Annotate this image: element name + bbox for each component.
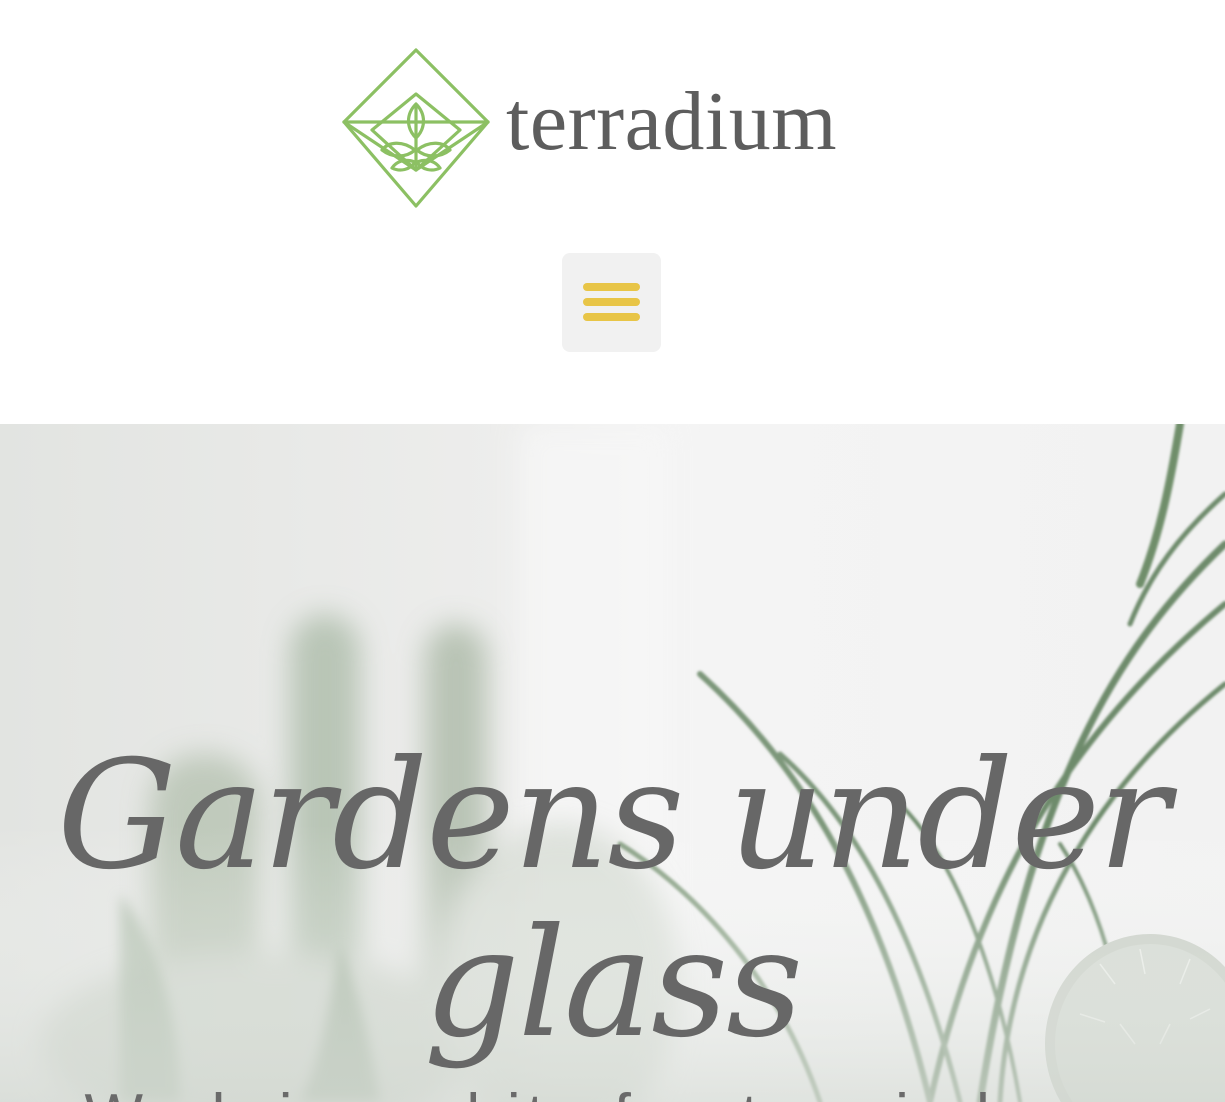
- site-header: terradium: [0, 0, 1225, 424]
- menu-toggle-button[interactable]: [562, 253, 661, 352]
- terrarium-logo-icon: [342, 48, 490, 208]
- hero-title: Gardens under glass: [0, 732, 1225, 1068]
- page: terradium Gardens under glass: [0, 0, 1225, 1102]
- site-logo-link[interactable]: terradium: [340, 46, 860, 210]
- hero-title-line-1: Gardens under: [57, 729, 1170, 903]
- brand-name: terradium: [506, 75, 838, 168]
- hero-title-line-2: glass: [423, 897, 803, 1071]
- hamburger-menu-icon: [583, 283, 640, 321]
- hero-section: Gardens under glass We bring a bit of na…: [0, 424, 1225, 1102]
- hero-subtitle: We bring a bit of nature indoors: [0, 1082, 1225, 1102]
